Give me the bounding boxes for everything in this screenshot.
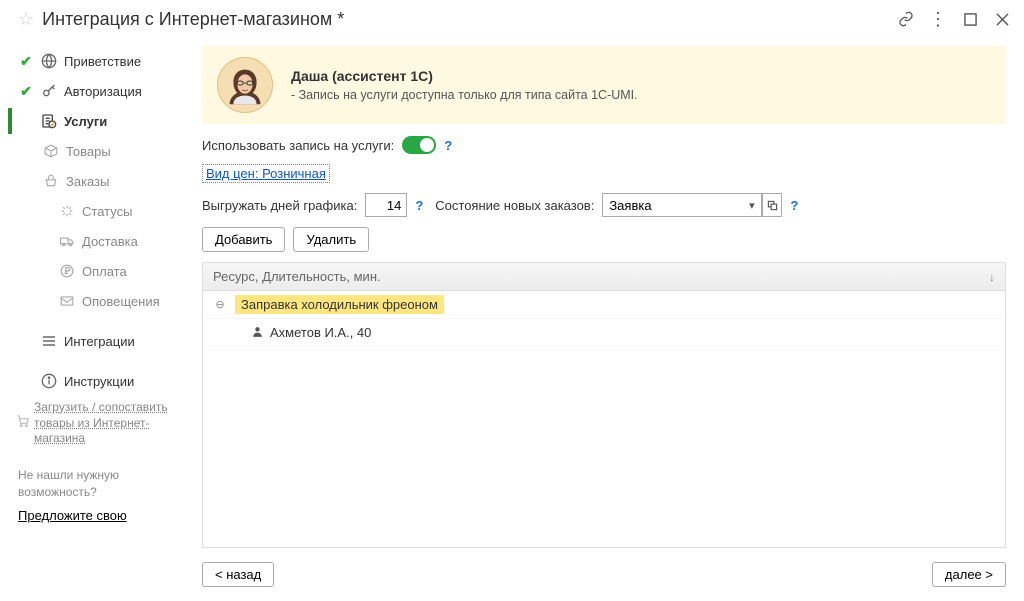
help-icon[interactable]: ? — [444, 138, 452, 153]
sort-icon[interactable]: ↓ — [989, 270, 995, 284]
ruble-icon — [58, 262, 76, 280]
sidebar-item-auth[interactable]: ✔ Авторизация — [0, 76, 198, 106]
sidebar-item-label: Услуги — [64, 114, 107, 129]
sidebar-item-label: Товары — [66, 144, 111, 159]
banner-title: Даша (ассистент 1С) — [291, 68, 638, 84]
table-row[interactable]: Ахметов И.А., 40 — [203, 319, 1005, 347]
use-booking-toggle[interactable] — [402, 136, 436, 154]
cart-icon — [16, 414, 30, 433]
basket-icon — [42, 172, 60, 190]
sidebar-item-delivery[interactable]: Доставка — [0, 226, 198, 256]
mail-icon — [58, 292, 76, 310]
status-label: Состояние новых заказов: — [435, 198, 594, 213]
sidebar-item-notifications[interactable]: Оповещения — [0, 286, 198, 316]
load-match-link[interactable]: Загрузить / сопоставить товары из Интерн… — [0, 400, 198, 447]
assistant-avatar — [217, 57, 273, 113]
group-label: Заправка холодильник фреоном — [235, 295, 444, 314]
collapse-icon[interactable]: ⊖ — [213, 298, 227, 311]
person-icon — [251, 325, 264, 341]
sidebar-item-label: Оплата — [82, 264, 127, 279]
maximize-icon[interactable] — [960, 9, 980, 29]
status-input[interactable] — [602, 193, 742, 217]
help-icon[interactable]: ? — [790, 198, 798, 213]
sidebar-item-label: Приветствие — [64, 54, 141, 69]
assistant-banner: Даша (ассистент 1С) - Запись на услуги д… — [202, 46, 1006, 124]
help-icon[interactable]: ? — [415, 198, 423, 213]
check-icon: ✔ — [18, 53, 34, 70]
add-button[interactable]: Добавить — [202, 227, 285, 252]
status-combo[interactable]: ▾ — [602, 193, 782, 217]
box-icon — [42, 142, 60, 160]
suggest-link[interactable]: Предложите свою — [18, 507, 180, 525]
sidebar-item-label: Статусы — [82, 204, 132, 219]
more-menu-icon[interactable]: ⋮ — [928, 9, 948, 29]
sidebar-item-statuses[interactable]: Статусы — [0, 196, 198, 226]
sidebar-item-label: Авторизация — [64, 84, 142, 99]
table-row-group[interactable]: ⊖ Заправка холодильник фреоном — [203, 291, 1005, 319]
table-header: Ресурс, Длительность, мин. — [213, 269, 381, 284]
sidebar-item-instructions[interactable]: Инструкции — [0, 366, 198, 396]
sidebar-item-goods[interactable]: Товары — [0, 136, 198, 166]
services-icon — [40, 112, 58, 130]
delete-button[interactable]: Удалить — [293, 227, 369, 252]
sidebar-item-payment[interactable]: Оплата — [0, 256, 198, 286]
footer-question: Не нашли нужную возможность? — [18, 468, 119, 499]
days-input[interactable] — [365, 193, 407, 217]
resources-table: Ресурс, Длительность, мин. ↓ ⊖ Заправка … — [202, 262, 1006, 548]
sidebar-item-label: Доставка — [82, 234, 138, 249]
globe-icon — [40, 52, 58, 70]
use-booking-label: Использовать запись на услуги: — [202, 138, 394, 153]
sidebar-item-orders[interactable]: Заказы — [0, 166, 198, 196]
sidebar-item-integrations[interactable]: Интеграции — [0, 326, 198, 356]
key-icon — [40, 82, 58, 100]
sidebar-item-label: Заказы — [66, 174, 109, 189]
sidebar-item-welcome[interactable]: ✔ Приветствие — [0, 46, 198, 76]
price-type-link[interactable]: Вид цен: Розничная — [202, 164, 330, 183]
dropdown-icon[interactable]: ▾ — [742, 193, 762, 217]
sidebar-item-label: Инструкции — [64, 374, 134, 389]
back-button[interactable]: < назад — [202, 562, 274, 587]
close-icon[interactable] — [992, 9, 1012, 29]
check-icon: ✔ — [18, 83, 34, 100]
sidebar-item-label: Интеграции — [64, 334, 135, 349]
next-button[interactable]: далее > — [932, 562, 1006, 587]
banner-line: - Запись на услуги доступна только для т… — [291, 88, 638, 102]
open-ref-icon[interactable] — [762, 193, 782, 217]
favorite-star-icon[interactable]: ☆ — [18, 9, 34, 30]
status-icon — [58, 202, 76, 220]
menu-icon — [40, 332, 58, 350]
sidebar-item-label: Оповещения — [82, 294, 160, 309]
window-title: Интеграция с Интернет-магазином * — [42, 9, 884, 30]
row-text: Ахметов И.А., 40 — [270, 325, 371, 340]
info-icon — [40, 372, 58, 390]
link-icon[interactable] — [896, 9, 916, 29]
sidebar-item-services[interactable]: Услуги — [0, 106, 198, 136]
truck-icon — [58, 232, 76, 250]
days-label: Выгружать дней графика: — [202, 198, 357, 213]
